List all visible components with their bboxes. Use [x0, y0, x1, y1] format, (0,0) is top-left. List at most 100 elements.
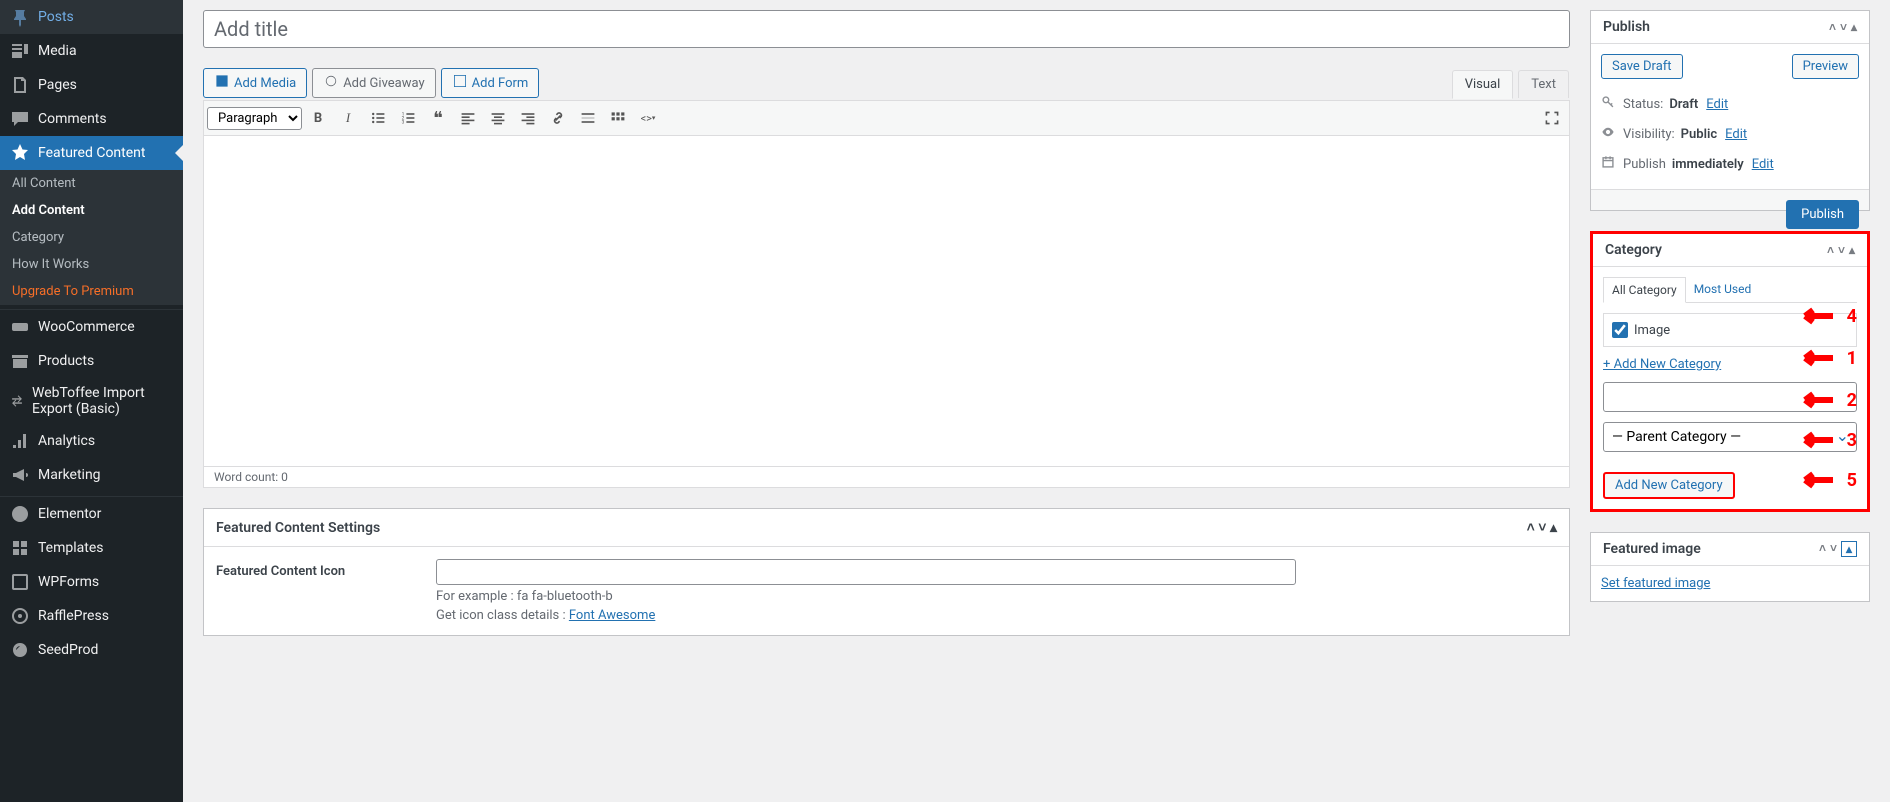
sidebar-item-rafflepress[interactable]: RafflePress [0, 599, 183, 633]
metabox-header[interactable]: Featured Content Settings ˄ ˅ ▴ [204, 509, 1569, 547]
key-icon [1601, 95, 1617, 113]
add-form-button[interactable]: Add Form [441, 68, 540, 98]
publish-header[interactable]: Publish ˄˅▴ [1591, 11, 1869, 44]
move-up-icon[interactable]: ˄ [1827, 243, 1834, 257]
add-new-category-button[interactable]: Add New Category [1603, 472, 1735, 499]
move-down-icon[interactable]: ˅ [1840, 20, 1847, 34]
save-draft-button[interactable]: Save Draft [1601, 54, 1683, 79]
sidebar-item-comments[interactable]: Comments [0, 102, 183, 136]
edit-schedule-link[interactable]: Edit [1752, 157, 1774, 172]
icon-input[interactable] [436, 559, 1296, 585]
admin-sidebar: Posts Media Pages Comments Featured Cont… [0, 0, 183, 802]
submenu-how-it-works[interactable]: How It Works [0, 251, 183, 278]
move-down-icon[interactable]: ˅ [1838, 243, 1845, 257]
tab-most-used[interactable]: Most Used [1686, 277, 1760, 302]
sidebar-item-posts[interactable]: Posts [0, 0, 183, 34]
icon-hint-example: For example : fa fa-bluetooth-b [436, 589, 1557, 604]
sidebar-item-elementor[interactable]: Elementor [0, 497, 183, 531]
icon-hint-link: Get icon class details : Font Awesome [436, 608, 1557, 623]
tab-text[interactable]: Text [1518, 70, 1569, 98]
blockquote-button[interactable]: ❝ [424, 104, 452, 132]
sidebar-item-analytics[interactable]: Analytics [0, 424, 183, 458]
archive-icon [10, 351, 30, 371]
right-sidebar: Publish ˄˅▴ Save Draft Preview Status: D… [1590, 0, 1890, 802]
transfer-icon [10, 391, 24, 411]
featured-image-header[interactable]: Featured image ˄˅▴ [1591, 533, 1869, 566]
templates-icon [10, 538, 30, 558]
media-icon [10, 41, 30, 61]
insert-more-button[interactable] [574, 104, 602, 132]
move-up-icon[interactable]: ˄ [1527, 520, 1535, 536]
form-icon [452, 73, 468, 93]
toggle-icon[interactable]: ▴ [1849, 243, 1855, 257]
sidebar-item-marketing[interactable]: Marketing [0, 458, 183, 492]
media-buttons-row: Add Media Add Giveaway Add Form [203, 68, 539, 98]
publish-button[interactable]: Publish [1786, 200, 1859, 229]
bold-button[interactable]: B [304, 104, 332, 132]
calendar-icon [1601, 155, 1617, 173]
toggle-icon[interactable]: ▴ [1851, 20, 1857, 34]
featured-image-box: Featured image ˄˅▴ Set featured image [1590, 532, 1870, 602]
toggle-icon[interactable]: ▴ [1550, 520, 1557, 536]
editor-body[interactable] [204, 136, 1569, 466]
publish-box: Publish ˄˅▴ Save Draft Preview Status: D… [1590, 10, 1870, 211]
sidebar-item-woocommerce[interactable]: WooCommerce [0, 310, 183, 344]
edit-visibility-link[interactable]: Edit [1725, 127, 1747, 142]
add-new-category-link[interactable]: + Add New Category [1603, 357, 1721, 372]
sidebar-label: WooCommerce [38, 319, 135, 335]
sidebar-item-seedprod[interactable]: SeedProd [0, 633, 183, 667]
align-center-button[interactable] [484, 104, 512, 132]
post-title-input[interactable] [203, 10, 1570, 48]
parent-category-select[interactable]: — Parent Category — [1603, 422, 1857, 452]
code-button[interactable]: <>▾ [634, 104, 662, 132]
set-featured-image-link[interactable]: Set featured image [1601, 576, 1710, 591]
wpforms-icon [10, 572, 30, 592]
bullet-list-button[interactable] [364, 104, 392, 132]
move-down-icon[interactable]: ˅ [1830, 541, 1837, 557]
move-up-icon[interactable]: ˄ [1819, 541, 1826, 557]
submenu-category[interactable]: Category [0, 224, 183, 251]
comment-icon [10, 109, 30, 129]
move-up-icon[interactable]: ˄ [1829, 20, 1836, 34]
visibility-row: Visibility: Public Edit [1601, 119, 1859, 149]
toolbar-toggle-button[interactable] [604, 104, 632, 132]
italic-button[interactable]: I [334, 104, 362, 132]
megaphone-icon [10, 465, 30, 485]
sidebar-item-templates[interactable]: Templates [0, 531, 183, 565]
add-media-button[interactable]: Add Media [203, 68, 307, 98]
link-button[interactable] [544, 104, 572, 132]
toggle-icon[interactable]: ▴ [1841, 541, 1857, 557]
category-list: Image [1603, 313, 1857, 347]
tab-all-category[interactable]: All Category [1603, 277, 1686, 303]
category-box: Category ˄˅▴ All Category Most Used Imag… [1590, 231, 1870, 512]
pin-icon [10, 7, 30, 27]
category-item-image[interactable]: Image [1612, 322, 1848, 338]
category-checkbox[interactable] [1612, 322, 1628, 338]
sidebar-item-wpforms[interactable]: WPForms [0, 565, 183, 599]
align-left-button[interactable] [454, 104, 482, 132]
submenu-upgrade[interactable]: Upgrade To Premium [0, 278, 183, 305]
align-right-button[interactable] [514, 104, 542, 132]
font-awesome-link[interactable]: Font Awesome [569, 608, 655, 623]
sidebar-item-products[interactable]: Products [0, 344, 183, 378]
new-category-name-input[interactable] [1603, 382, 1857, 412]
preview-button[interactable]: Preview [1792, 54, 1859, 79]
sidebar-item-featured-content[interactable]: Featured Content [0, 136, 183, 170]
sidebar-item-webtoffee[interactable]: WebToffee Import Export (Basic) [0, 378, 183, 424]
sidebar-item-pages[interactable]: Pages [0, 68, 183, 102]
move-down-icon[interactable]: ˅ [1538, 520, 1546, 536]
status-row: Status: Draft Edit [1601, 89, 1859, 119]
fullscreen-button[interactable] [1538, 104, 1566, 132]
add-giveaway-button[interactable]: Add Giveaway [312, 68, 435, 98]
number-list-button[interactable]: 123 [394, 104, 422, 132]
raffle-icon [10, 606, 30, 626]
tab-visual[interactable]: Visual [1452, 70, 1514, 99]
category-header[interactable]: Category ˄˅▴ [1593, 234, 1867, 267]
sidebar-label: WebToffee Import Export (Basic) [32, 385, 175, 417]
sidebar-submenu: All Content Add Content Category How It … [0, 170, 183, 305]
submenu-all-content[interactable]: All Content [0, 170, 183, 197]
sidebar-item-media[interactable]: Media [0, 34, 183, 68]
edit-status-link[interactable]: Edit [1706, 97, 1728, 112]
submenu-add-content[interactable]: Add Content [0, 197, 183, 224]
format-select[interactable]: Paragraph [207, 107, 302, 130]
